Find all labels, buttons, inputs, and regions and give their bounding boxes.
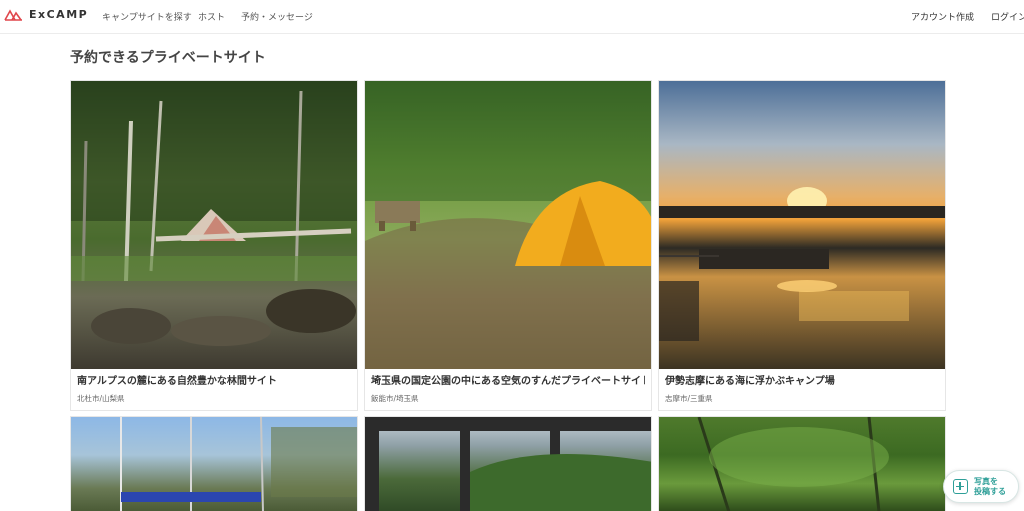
campsite-photo	[365, 81, 651, 369]
campsite-photo	[365, 417, 651, 511]
nav-reservations-messages[interactable]: 予約・メッセージ	[241, 10, 313, 23]
mountain-logo-icon	[4, 9, 22, 21]
campsite-card[interactable]	[658, 416, 946, 511]
campsite-card[interactable]	[364, 416, 652, 511]
brand-name: ExCAMP	[29, 8, 89, 21]
campsite-location: 飯能市/埼玉県	[371, 394, 419, 403]
nav-find-campsite[interactable]: キャンプサイトを探す	[102, 10, 192, 23]
brand-logo[interactable]: ExCAMP	[4, 8, 88, 21]
campsite-card[interactable]: 伊勢志摩にある海に浮かぶキャンプ場 志摩市/三重県	[658, 80, 946, 411]
campsite-card[interactable]: 南アルプスの麓にある自然豊かな林間サイト 北杜市/山梨県	[70, 80, 358, 411]
campsite-photo	[71, 417, 357, 511]
campsite-name: 南アルプスの麓にある自然豊かな林間サイト	[77, 376, 277, 387]
top-header: ExCAMP キャンプサイトを探す ホスト 予約・メッセージ アカウント作成 ロ…	[0, 0, 1024, 34]
campsite-name: 埼玉県の国定公園の中にある空気のすんだプライベートサイト	[371, 376, 645, 387]
campsite-photo	[71, 81, 357, 369]
post-photo-label: 写真を 投稿する	[974, 476, 1006, 496]
campsite-photo	[659, 417, 945, 511]
campsite-location: 志摩市/三重県	[665, 394, 713, 403]
campsite-photo	[659, 81, 945, 369]
nav-host[interactable]: ホスト	[198, 10, 225, 23]
campsite-name: 伊勢志摩にある海に浮かぶキャンプ場	[665, 376, 835, 387]
section-title: 予約できるプライベートサイト	[70, 50, 266, 66]
login-link[interactable]: ログイン	[991, 10, 1024, 23]
post-photo-button[interactable]: 写真を 投稿する	[943, 470, 1019, 503]
signup-link[interactable]: アカウント作成	[911, 10, 974, 23]
campsite-card[interactable]: 埼玉県の国定公園の中にある空気のすんだプライベートサイト 飯能市/埼玉県	[364, 80, 652, 411]
campsite-card[interactable]	[70, 416, 358, 511]
add-photo-icon	[953, 479, 968, 494]
campsite-location: 北杜市/山梨県	[77, 394, 125, 403]
